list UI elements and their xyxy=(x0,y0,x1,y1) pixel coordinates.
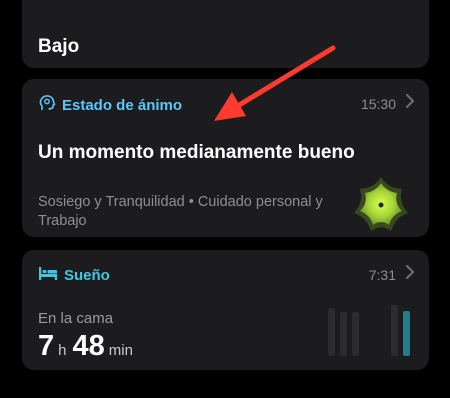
sleep-chart-bar xyxy=(352,312,359,356)
sleep-minutes-unit: min xyxy=(108,342,133,359)
sleep-time: 7:31 xyxy=(368,267,396,283)
sleep-label: En la cama xyxy=(38,310,114,327)
mood-title: Un momento medianamente bueno xyxy=(38,142,355,163)
chevron-right-icon[interactable] xyxy=(405,265,415,284)
mood-card-header: Estado de ánimo xyxy=(38,94,182,117)
sleep-duration: 7 h 48 min xyxy=(38,330,139,363)
sleep-minutes: 48 xyxy=(72,330,105,362)
sleep-hours-unit: h xyxy=(58,342,67,359)
top-card[interactable]: Bajo xyxy=(22,0,429,68)
sleep-chart-bar xyxy=(340,312,347,356)
sleep-section-label: Sueño xyxy=(64,267,110,284)
sleep-chart-bar-today xyxy=(403,311,410,356)
mood-flower-badge xyxy=(350,173,412,240)
mood-tags: Sosiego y Tranquilidad • Cuidado persona… xyxy=(38,194,323,229)
bed-icon xyxy=(38,265,58,286)
mood-time: 15:30 xyxy=(360,96,396,112)
sleep-chart-bar xyxy=(391,305,398,356)
mood-section-label: Estado de ánimo xyxy=(62,97,183,114)
sleep-chart-bar xyxy=(328,308,335,356)
sleep-card[interactable]: Sueño 7:31 En la cama 7 h 48 min xyxy=(22,250,429,370)
chevron-right-icon[interactable] xyxy=(405,94,415,113)
head-emotion-icon xyxy=(38,94,56,117)
sleep-card-header: Sueño xyxy=(38,265,110,286)
mood-card[interactable]: Estado de ánimo 15:30 Un momento mediana… xyxy=(22,79,429,237)
top-card-title: Bajo xyxy=(38,36,80,57)
sleep-hours: 7 xyxy=(38,330,55,362)
